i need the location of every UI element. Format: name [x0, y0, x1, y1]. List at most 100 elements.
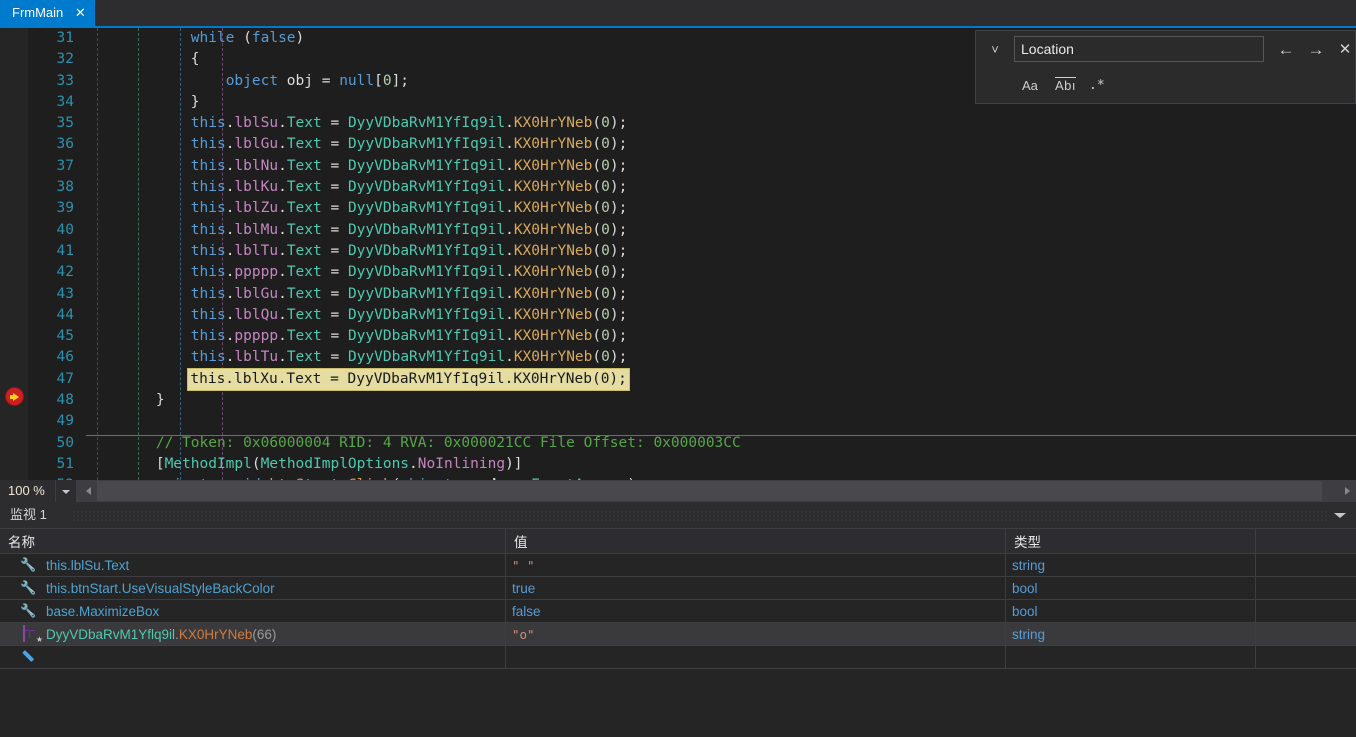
code-token: );	[609, 136, 628, 153]
horizontal-scrollbar[interactable]	[80, 480, 1356, 502]
watch-value-cell[interactable]: " "	[506, 554, 1006, 576]
watch-name-cell[interactable]: ★ DyyVDbaRvM1Yflq9il.KX0HrYNeb(66)	[0, 623, 506, 645]
code-line-text: this.lblGu.Text = DyyVDbaRvM1YfIq9il.KX0…	[86, 134, 628, 155]
watch-name-cell[interactable]: 🔧 this.lblSu.Text	[0, 554, 506, 576]
match-whole-word-icon[interactable]: Abı	[1055, 75, 1076, 97]
close-icon[interactable]: ✕	[73, 0, 87, 26]
code-line[interactable]: 37 this.lblNu.Text = DyyVDbaRvM1YfIq9il.…	[0, 156, 1356, 177]
watch-column-header[interactable]: 类型	[1006, 529, 1256, 553]
code-token: .	[505, 221, 514, 238]
find-next-icon[interactable]: →	[1305, 39, 1327, 61]
code-line[interactable]: 41 this.lblTu.Text = DyyVDbaRvM1YfIq9il.…	[0, 241, 1356, 262]
watch-header-row: 名称值类型	[0, 529, 1356, 554]
code-line[interactable]: 40 this.lblMu.Text = DyyVDbaRvM1YfIq9il.…	[0, 220, 1356, 241]
find-input[interactable]	[1014, 36, 1264, 62]
watch-row[interactable]	[0, 646, 1356, 669]
use-regex-icon[interactable]: .*	[1089, 75, 1105, 97]
code-line[interactable]: 45 this.ppppp.Text = DyyVDbaRvM1YfIq9il.…	[0, 326, 1356, 347]
code-token: 0	[601, 285, 610, 302]
code-token: 0	[601, 221, 610, 238]
code-line[interactable]: 38 this.lblKu.Text = DyyVDbaRvM1YfIq9il.…	[0, 177, 1356, 198]
code-token: KX0HrYNeb	[513, 306, 593, 323]
code-token: );	[609, 221, 628, 238]
watch-column-header[interactable]: 值	[506, 529, 1006, 553]
code-token: this	[190, 285, 226, 302]
code-line[interactable]: 36 this.lblGu.Text = DyyVDbaRvM1YfIq9il.…	[0, 134, 1356, 155]
watch-value-cell[interactable]	[506, 646, 1006, 668]
code-line[interactable]: 48 }	[0, 390, 1356, 411]
code-line[interactable]: 49	[0, 411, 1356, 432]
code-token: }	[86, 392, 165, 409]
chevron-down-icon[interactable]: ˅	[986, 41, 1004, 59]
watch-row[interactable]: 🔧 this.btnStart.UseVisualStyleBackColor tr…	[0, 577, 1356, 600]
code-token: =	[321, 115, 348, 132]
watch-expression-text: this.btnStart.UseVisualStyleBackColor	[46, 581, 275, 596]
breakpoint-current-statement-icon[interactable]	[5, 387, 24, 406]
watch-grid[interactable]: 名称值类型 🔧 this.lblSu.Text " " string 🔧 this.btnS…	[0, 529, 1356, 669]
watch-row[interactable]: 🔧 this.lblSu.Text " " string	[0, 554, 1356, 577]
code-line-text: object obj = null[0];	[86, 71, 409, 92]
code-token: );	[609, 264, 628, 281]
zoom-level-value[interactable]: 100 %	[0, 480, 56, 502]
scrollbar-thumb[interactable]	[97, 481, 1322, 501]
watch-value-cell[interactable]: "o"	[506, 623, 1006, 645]
match-case-icon[interactable]: Aa	[1022, 75, 1038, 97]
panel-menu-chevron-icon[interactable]	[1330, 502, 1350, 528]
scroll-left-icon[interactable]	[80, 480, 97, 502]
code-token: (	[592, 115, 602, 132]
code-token: this	[190, 115, 226, 132]
code-token: 0	[601, 242, 610, 259]
code-line[interactable]: 39 this.lblZu.Text = DyyVDbaRvM1YfIq9il.…	[0, 198, 1356, 219]
code-line[interactable]: 46 this.lblTu.Text = DyyVDbaRvM1YfIq9il.…	[0, 347, 1356, 368]
watch-row[interactable]: 🔧 base.MaximizeBox false bool	[0, 600, 1356, 623]
watch-row[interactable]: ★ DyyVDbaRvM1Yflq9il.KX0HrYNeb(66) "o" stri…	[0, 623, 1356, 646]
close-icon[interactable]: ✕	[1334, 39, 1356, 61]
panel-drag-gripper[interactable]	[72, 510, 1328, 521]
code-line[interactable]: 47 this.lblXu.Text = DyyVDbaRvM1YfIq9il.K…	[0, 367, 1356, 392]
code-line[interactable]: 44 this.lblQu.Text = DyyVDbaRvM1YfIq9il.…	[0, 305, 1356, 326]
code-token: DyyVDbaRvM1YfIq9il	[347, 264, 506, 281]
watch-type-cell: string	[1006, 623, 1256, 645]
code-line[interactable]: 42 this.ppppp.Text = DyyVDbaRvM1YfIq9il.…	[0, 262, 1356, 283]
code-token: this	[190, 179, 226, 196]
watch-column-header[interactable]	[1256, 529, 1356, 553]
find-replace-widget[interactable]: ˅ ← → ✕ Aa Abı .*	[975, 30, 1356, 104]
watch-name-cell[interactable]: 🔧 this.btnStart.UseVisualStyleBackColor	[0, 577, 506, 599]
watch-column-header[interactable]: 名称	[0, 529, 506, 553]
line-number: 51	[56, 455, 74, 472]
code-token: lblTu	[234, 242, 279, 259]
code-line-text: {	[86, 49, 200, 70]
zoom-dropdown-icon[interactable]	[56, 480, 76, 502]
code-token: this	[190, 136, 226, 153]
code-token: (	[592, 306, 602, 323]
watch-expression-text: DyyVDbaRvM1Yflq9il.KX0HrYNeb(66)	[46, 627, 276, 642]
code-token: .	[505, 136, 514, 153]
code-token: .	[278, 285, 287, 302]
code-token: DyyVDbaRvM1YfIq9il	[347, 242, 506, 259]
code-token: =	[321, 200, 348, 217]
code-token: lblGu	[234, 136, 279, 153]
line-number: 38	[56, 179, 74, 196]
code-token: false	[251, 30, 296, 46]
tab-frmmain[interactable]: FrmMain ✕	[0, 0, 96, 26]
watch-value-cell[interactable]: true	[506, 577, 1006, 599]
find-previous-icon[interactable]: ←	[1275, 39, 1297, 61]
code-token: (	[234, 30, 252, 46]
region-separator	[86, 435, 1356, 436]
watch-value-cell[interactable]: false	[506, 600, 1006, 622]
code-line-text: this.lblMu.Text = DyyVDbaRvM1YfIq9il.KX0…	[86, 220, 628, 241]
watch-panel-titlebar[interactable]: 监视 1	[0, 502, 1356, 529]
scroll-right-icon[interactable]	[1339, 480, 1356, 502]
code-token: DyyVDbaRvM1YfIq9il	[347, 328, 506, 345]
watch-name-cell[interactable]	[0, 646, 506, 668]
watch-type-cell: bool	[1006, 577, 1256, 599]
code-token: }	[86, 93, 200, 110]
watch-name-cell[interactable]: 🔧 base.MaximizeBox	[0, 600, 506, 622]
code-line[interactable]: 35 this.lblSu.Text = DyyVDbaRvM1YfIq9il.…	[0, 113, 1356, 134]
code-line-text: this.ppppp.Text = DyyVDbaRvM1YfIq9il.KX0…	[86, 326, 628, 347]
code-token: lblQu	[234, 306, 279, 323]
code-line[interactable]: 51 [MethodImpl(MethodImplOptions.NoInlin…	[0, 454, 1356, 475]
code-line[interactable]: 43 this.lblGu.Text = DyyVDbaRvM1YfIq9il.…	[0, 284, 1356, 305]
